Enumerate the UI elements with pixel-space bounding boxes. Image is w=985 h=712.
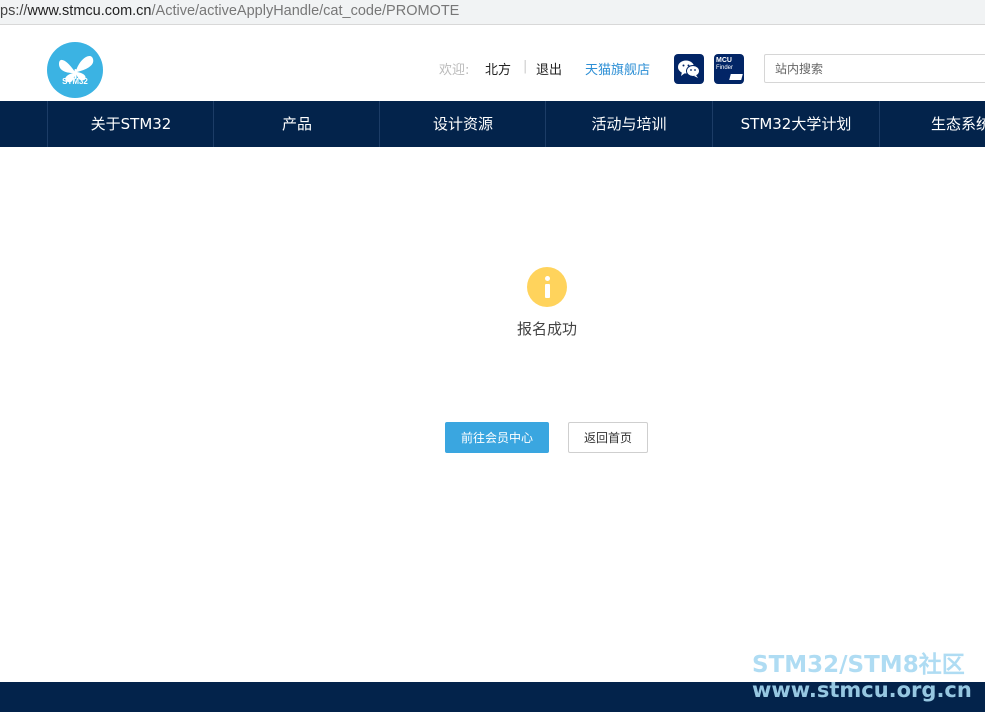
- browser-address-bar[interactable]: ps://www.stmcu.com.cn/Active/activeApply…: [0, 0, 985, 25]
- mcu-finder-line2: Finder: [716, 65, 734, 71]
- info-icon: [527, 267, 567, 307]
- nav-item-events-training[interactable]: 活动与培训: [545, 101, 712, 147]
- address-url[interactable]: ps://www.stmcu.com.cn/Active/activeApply…: [0, 3, 459, 19]
- info-icon-bar: [545, 284, 550, 298]
- nav-item-ecosystem[interactable]: 生态系统: [879, 101, 985, 147]
- logout-link[interactable]: 退出: [536, 59, 562, 78]
- stm32-logo[interactable]: STM32: [47, 42, 103, 98]
- status-message: 报名成功: [516, 320, 577, 338]
- url-prefix: ps://: [0, 3, 28, 19]
- header-separator: |: [523, 59, 528, 74]
- wechat-glyph-icon: [678, 60, 700, 78]
- watermark-line1: STM32/STM8社区: [752, 652, 965, 678]
- nav-item-university-program[interactable]: STM32大学计划: [712, 101, 879, 147]
- st-logo-icon: [729, 74, 743, 80]
- watermark-line2: www.stmcu.org.cn: [752, 678, 972, 702]
- nav-item-about-stm32[interactable]: 关于STM32: [47, 101, 214, 147]
- main-nav: 关于STM32 产品 设计资源 活动与培训 STM32大学计划 生态系统: [0, 101, 985, 147]
- result-panel: 报名成功 前往会员中心 返回首页: [0, 147, 985, 682]
- site-search-input[interactable]: [764, 54, 985, 83]
- site-header: STM32 欢迎: 北方 | 退出 天猫旗舰店 MCU Finder: [0, 25, 985, 101]
- info-icon-dot: [545, 276, 550, 281]
- member-center-button[interactable]: 前往会员中心: [445, 422, 549, 453]
- url-path: /Active/activeApplyHandle/cat_code/PROMO…: [151, 3, 460, 19]
- url-host: www.stmcu.com.cn: [27, 3, 152, 19]
- logo-label: STM32: [62, 77, 88, 86]
- tmall-store-link[interactable]: 天猫旗舰店: [585, 59, 650, 78]
- mcu-finder-line1: MCU: [716, 57, 732, 64]
- mcu-finder-icon[interactable]: MCU Finder: [714, 54, 744, 84]
- watermark: STM32/STM8社区 www.stmcu.org.cn: [752, 652, 972, 702]
- wechat-icon[interactable]: [674, 54, 704, 84]
- butterfly-icon: [59, 56, 94, 83]
- nav-item-design-resources[interactable]: 设计资源: [379, 101, 546, 147]
- welcome-label: 欢迎:: [439, 63, 470, 78]
- username-link[interactable]: 北方: [485, 59, 511, 78]
- back-home-button[interactable]: 返回首页: [568, 422, 648, 453]
- nav-item-products[interactable]: 产品: [213, 101, 380, 147]
